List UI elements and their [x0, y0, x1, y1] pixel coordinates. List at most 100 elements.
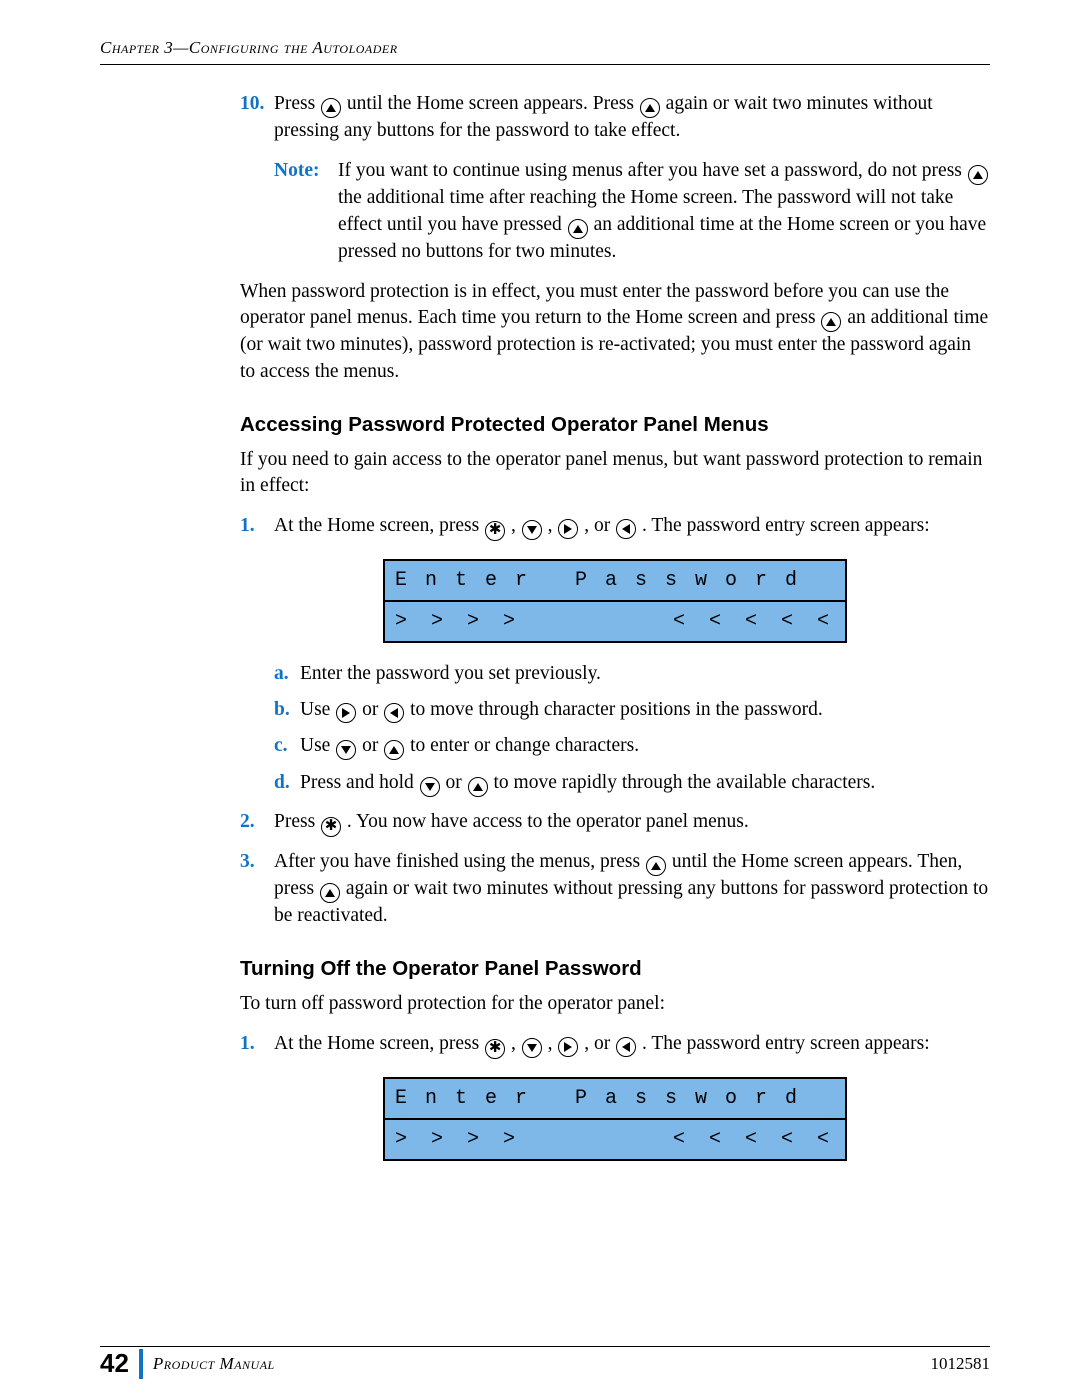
lcd-cursor-right: < < < < < [673, 1126, 835, 1153]
text: If you want to continue using menus afte… [338, 160, 967, 181]
text: . You now have access to the operator pa… [347, 811, 749, 832]
up-arrow-icon [821, 312, 841, 332]
right-arrow-icon [558, 519, 578, 539]
running-header: Chapter 3—Configuring the Autoloader [100, 38, 990, 58]
down-arrow-icon [420, 777, 440, 797]
page-number: 42 [100, 1348, 139, 1379]
up-arrow-icon [468, 777, 488, 797]
step-number: 2. [240, 809, 274, 837]
text: Use [300, 735, 335, 756]
substep-body: Enter the password you set previously. [300, 661, 990, 687]
substep-d: d. Press and hold or to move rapidly thr… [274, 770, 990, 797]
substep-c: c. Use or to enter or change characters. [274, 733, 990, 760]
substep-a: a. Enter the password you set previously… [274, 661, 990, 687]
footer-doc-number: 1012581 [931, 1354, 991, 1374]
substep-b: b. Use or to move through character posi… [274, 697, 990, 723]
lcd-cursor-left: > > > > [395, 608, 521, 635]
text: . The password entry screen appears: [642, 515, 930, 536]
text: again or wait two minutes without pressi… [274, 878, 988, 926]
step-body: Press . You now have access to the opera… [274, 809, 990, 837]
up-arrow-icon [384, 740, 404, 760]
step-number: 10. [240, 91, 274, 144]
text: or [362, 699, 383, 720]
note-label: Note: [274, 158, 338, 265]
enter-icon [321, 817, 341, 837]
note-body: If you want to continue using menus afte… [338, 158, 990, 265]
substep-label: d. [274, 770, 300, 797]
lcd-cursor-right: < < < < < [673, 608, 835, 635]
right-arrow-icon [558, 1037, 578, 1057]
up-arrow-icon [320, 883, 340, 903]
down-arrow-icon [522, 520, 542, 540]
footer-accent-bar [139, 1349, 143, 1379]
text: , [511, 515, 521, 536]
section-intro: To turn off password protection for the … [240, 991, 990, 1017]
down-arrow-icon [522, 1038, 542, 1058]
footer-manual-title: Product Manual [153, 1354, 275, 1374]
down-arrow-icon [336, 740, 356, 760]
lcd-line-2: > > > > < < < < < [385, 1118, 845, 1159]
footer-rule [100, 1346, 990, 1347]
step-b1: 1. At the Home screen, press , , , or . … [240, 1031, 990, 1059]
text: , [548, 515, 558, 536]
lcd-line-1: E n t e r P a s s w o r d [385, 1079, 845, 1118]
text: to move through character positions in t… [410, 699, 823, 720]
text: After you have finished using the menus,… [274, 851, 645, 872]
section-intro: If you need to gain access to the operat… [240, 447, 990, 500]
text: At the Home screen, press [274, 1033, 484, 1054]
paragraph: When password protection is in effect, y… [240, 279, 990, 385]
step-a1: 1. At the Home screen, press , , , or . … [240, 513, 990, 541]
step-a3: 3. After you have finished using the men… [240, 849, 990, 929]
step-number: 1. [240, 513, 274, 541]
substep-label: c. [274, 733, 300, 760]
text: , [548, 1033, 558, 1054]
step-body: Press until the Home screen appears. Pre… [274, 91, 990, 144]
lcd-line-2: > > > > < < < < < [385, 600, 845, 641]
text: Press [274, 93, 320, 114]
text: , [511, 1033, 521, 1054]
up-arrow-icon [968, 165, 988, 185]
text: , or [584, 515, 615, 536]
text: until the Home screen appears. Press [347, 93, 639, 114]
section-heading-turning-off: Turning Off the Operator Panel Password [240, 955, 990, 983]
step-number: 1. [240, 1031, 274, 1059]
text: Use [300, 699, 335, 720]
step-body: At the Home screen, press , , , or . The… [274, 1031, 990, 1059]
lcd-cursor-left: > > > > [395, 1126, 521, 1153]
left-arrow-icon [384, 703, 404, 723]
substep-body: Press and hold or to move rapidly throug… [300, 770, 990, 797]
text: , or [584, 1033, 615, 1054]
left-arrow-icon [616, 1037, 636, 1057]
text: When password protection is in effect, y… [240, 281, 949, 328]
text: or [446, 772, 467, 793]
text: Press [274, 811, 320, 832]
step-10: 10. Press until the Home screen appears.… [240, 91, 990, 144]
up-arrow-icon [640, 98, 660, 118]
up-arrow-icon [321, 98, 341, 118]
text: to enter or change characters. [410, 735, 639, 756]
text: to move rapidly through the available ch… [494, 772, 876, 793]
right-arrow-icon [336, 703, 356, 723]
step-body: At the Home screen, press , , , or . The… [274, 513, 990, 541]
header-rule [100, 64, 990, 65]
sub-steps: a. Enter the password you set previously… [274, 661, 990, 798]
enter-icon [485, 1039, 505, 1059]
lcd-line-1: E n t e r P a s s w o r d [385, 561, 845, 600]
text: At the Home screen, press [274, 515, 484, 536]
lcd-display: E n t e r P a s s w o r d > > > > < < < … [383, 1077, 847, 1161]
up-arrow-icon [646, 856, 666, 876]
substep-label: a. [274, 661, 300, 687]
up-arrow-icon [568, 219, 588, 239]
section-heading-accessing: Accessing Password Protected Operator Pa… [240, 411, 990, 439]
text: Press and hold [300, 772, 419, 793]
left-arrow-icon [616, 519, 636, 539]
substep-body: Use or to move through character positio… [300, 697, 990, 723]
lcd-display: E n t e r P a s s w o r d > > > > < < < … [383, 559, 847, 643]
note-block: Note: If you want to continue using menu… [274, 158, 990, 265]
text: or [362, 735, 383, 756]
substep-label: b. [274, 697, 300, 723]
enter-icon [485, 521, 505, 541]
step-a2: 2. Press . You now have access to the op… [240, 809, 990, 837]
step-number: 3. [240, 849, 274, 929]
main-content: 10. Press until the Home screen appears.… [240, 91, 990, 1161]
